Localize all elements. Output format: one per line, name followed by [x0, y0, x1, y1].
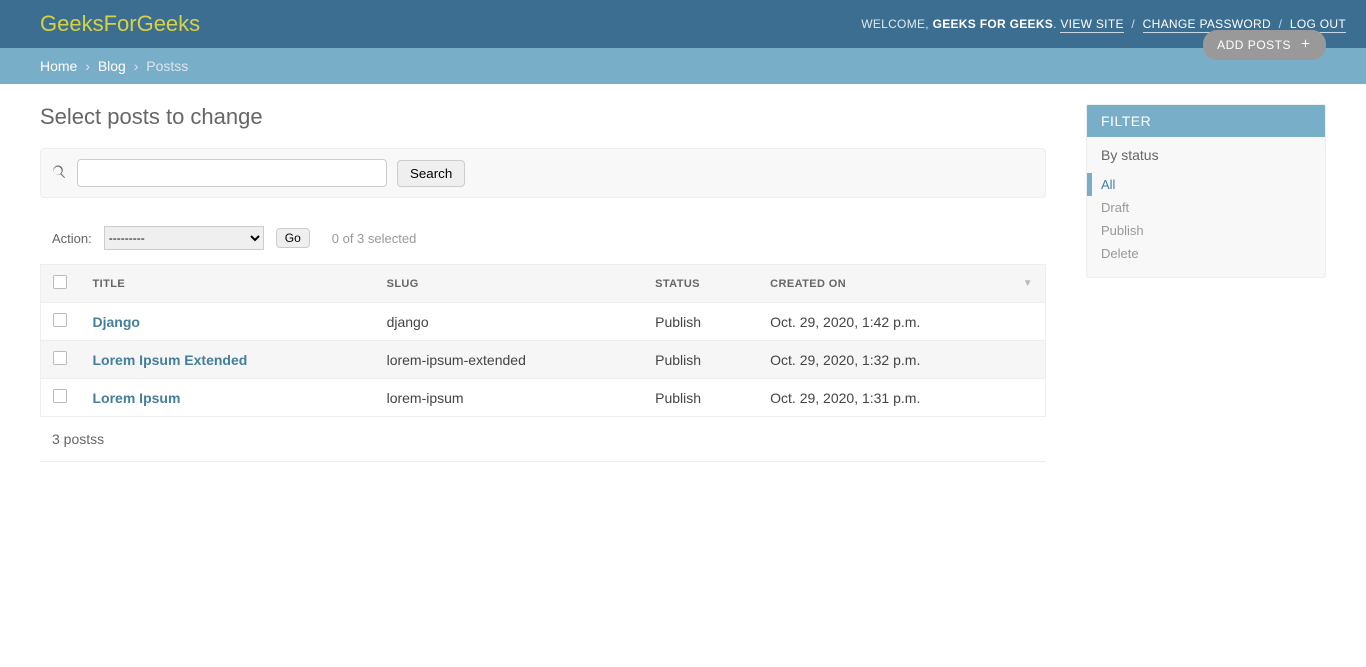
- filter-heading: FILTER: [1087, 105, 1325, 137]
- page-title: Select posts to change: [40, 104, 263, 130]
- separator: /: [1279, 17, 1283, 31]
- selection-count: 0 of 3 selected: [332, 231, 417, 246]
- search-button[interactable]: Search: [397, 160, 465, 187]
- breadcrumb-home[interactable]: Home: [40, 58, 77, 74]
- breadcrumb-blog[interactable]: Blog: [98, 58, 126, 74]
- filter-panel: FILTER By status All Draft Publish Delet…: [1086, 104, 1326, 278]
- select-all-checkbox[interactable]: [53, 275, 67, 289]
- row-checkbox[interactable]: [53, 351, 67, 365]
- filter-option-all[interactable]: All: [1087, 173, 1325, 196]
- top-header: GeeksForGeeks WELCOME, GEEKS FOR GEEKS. …: [0, 0, 1366, 48]
- row-checkbox[interactable]: [53, 313, 67, 327]
- go-button[interactable]: Go: [276, 228, 310, 248]
- row-title-link[interactable]: Lorem Ipsum Extended: [93, 352, 248, 368]
- col-created-label: CREATED ON: [770, 278, 846, 290]
- add-posts-button[interactable]: ADD POSTS: [1203, 30, 1326, 60]
- row-status: Publish: [643, 303, 758, 341]
- table-row: Lorem Ipsum Extended lorem-ipsum-extende…: [41, 341, 1046, 379]
- table-row: Django django Publish Oct. 29, 2020, 1:4…: [41, 303, 1046, 341]
- breadcrumb-current: Postss: [146, 58, 188, 74]
- search-input[interactable]: [77, 159, 387, 187]
- brand-title: GeeksForGeeks: [40, 11, 200, 37]
- results-count: 3 postss: [40, 417, 1046, 462]
- username: GEEKS FOR GEEKS: [933, 17, 1054, 31]
- filter-option-publish[interactable]: Publish: [1087, 219, 1325, 242]
- row-slug: lorem-ipsum: [375, 379, 644, 417]
- plus-icon: [1299, 37, 1312, 53]
- action-label: Action:: [52, 231, 92, 246]
- filter-list: All Draft Publish Delete: [1087, 169, 1325, 277]
- col-status[interactable]: STATUS: [643, 265, 758, 303]
- filter-option-delete[interactable]: Delete: [1087, 242, 1325, 265]
- add-posts-label: ADD POSTS: [1217, 38, 1291, 52]
- sort-desc-icon: ▼: [1023, 278, 1033, 289]
- welcome-text: WELCOME,: [861, 17, 932, 31]
- row-status: Publish: [643, 341, 758, 379]
- table-row: Lorem Ipsum lorem-ipsum Publish Oct. 29,…: [41, 379, 1046, 417]
- row-title-link[interactable]: Lorem Ipsum: [93, 390, 181, 406]
- row-slug: lorem-ipsum-extended: [375, 341, 644, 379]
- col-title[interactable]: TITLE: [81, 265, 375, 303]
- breadcrumb: Home › Blog › Postss: [0, 48, 1366, 84]
- search-bar: Search: [40, 148, 1046, 198]
- row-created: Oct. 29, 2020, 1:42 p.m.: [758, 303, 1045, 341]
- search-icon: [51, 164, 67, 183]
- chevron-right-icon: ›: [134, 58, 139, 74]
- col-slug[interactable]: SLUG: [375, 265, 644, 303]
- user-links: WELCOME, GEEKS FOR GEEKS. VIEW SITE / CH…: [861, 17, 1346, 31]
- filter-option-draft[interactable]: Draft: [1087, 196, 1325, 219]
- col-created[interactable]: CREATED ON ▼: [758, 265, 1045, 303]
- action-select[interactable]: ---------: [104, 226, 264, 250]
- view-site-link[interactable]: VIEW SITE: [1060, 17, 1123, 33]
- action-bar: Action: --------- Go 0 of 3 selected: [40, 220, 1046, 256]
- row-created: Oct. 29, 2020, 1:32 p.m.: [758, 341, 1045, 379]
- filter-subheading: By status: [1087, 137, 1325, 169]
- results-table: TITLE SLUG STATUS CREATED ON ▼ Django dja…: [40, 264, 1046, 417]
- row-status: Publish: [643, 379, 758, 417]
- separator: /: [1131, 17, 1135, 31]
- row-created: Oct. 29, 2020, 1:31 p.m.: [758, 379, 1045, 417]
- row-title-link[interactable]: Django: [93, 314, 140, 330]
- row-checkbox[interactable]: [53, 389, 67, 403]
- title-row: Select posts to change: [40, 104, 1046, 130]
- row-slug: django: [375, 303, 644, 341]
- chevron-right-icon: ›: [85, 58, 90, 74]
